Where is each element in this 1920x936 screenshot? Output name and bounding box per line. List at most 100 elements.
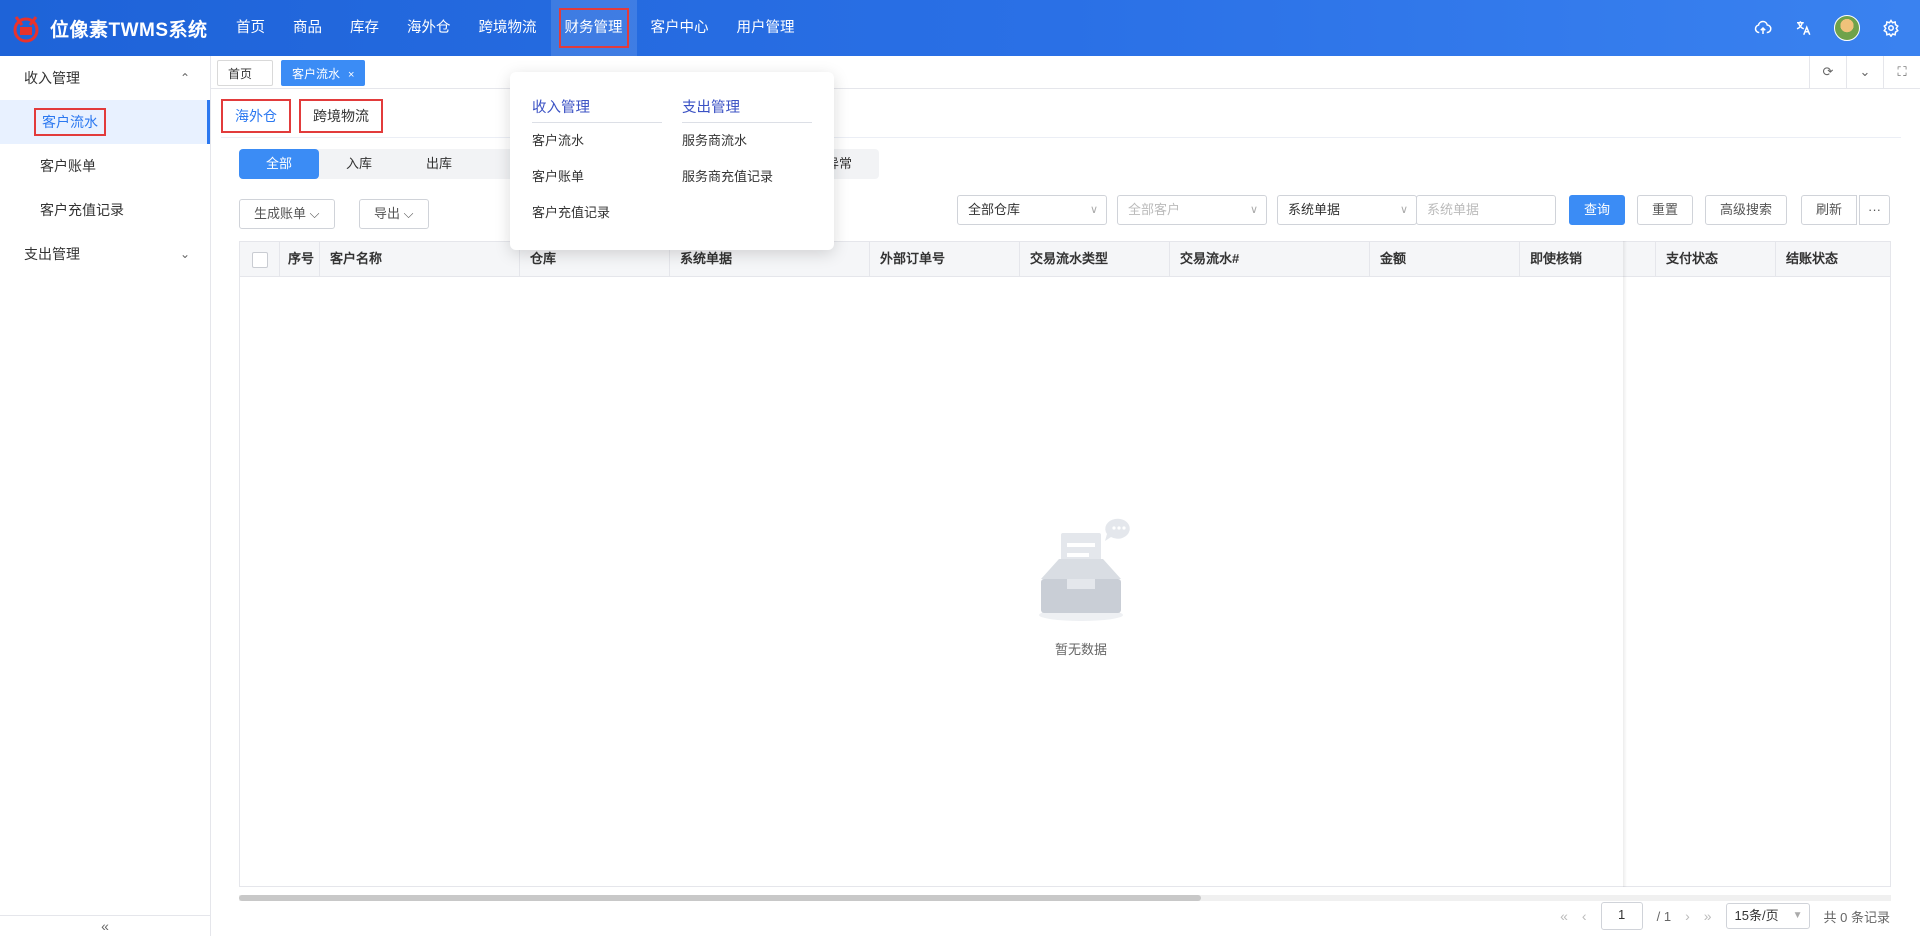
col-writeoff: 即使核销: [1520, 242, 1656, 276]
last-page-icon[interactable]: »: [1704, 908, 1712, 924]
chevron-down-icon[interactable]: ⌄: [1846, 56, 1883, 88]
subtab-overseas-warehouse[interactable]: 海外仓: [221, 99, 291, 133]
segment-outbound[interactable]: 出库: [399, 149, 479, 179]
col-customer-name: 客户名称: [320, 242, 520, 276]
col-amount: 金额: [1370, 242, 1520, 276]
main-content: 海外仓 跨境物流 全部 入库 出库 退 异常 生成账单 ⌵ 导出 ⌵ 全部仓库∨…: [211, 89, 1920, 936]
refresh-icon[interactable]: ⟳: [1809, 56, 1846, 88]
nav-products[interactable]: 商品: [279, 0, 336, 56]
dropdown-col-income: 收入管理 客户流水 客户账单 客户充值记录: [532, 94, 662, 231]
header-tools: [1754, 0, 1900, 56]
doc-type-select[interactable]: 系统单据 ∨: [1277, 195, 1417, 225]
app-title: 位像素TWMS系统: [50, 19, 208, 41]
tab-home[interactable]: 首页: [217, 60, 273, 86]
tab-label: 客户流水: [292, 67, 341, 81]
scrollbar-thumb[interactable]: [239, 895, 1201, 901]
button-label: 生成账单: [254, 206, 307, 221]
col-flow-type: 交易流水类型: [1020, 242, 1170, 276]
first-page-icon[interactable]: «: [1560, 908, 1568, 924]
menu-item-customer-recharge[interactable]: 客户充值记录: [532, 195, 662, 231]
chevron-down-icon: ∨: [1089, 204, 1098, 216]
chevron-down-icon: ∨: [1399, 204, 1408, 216]
generate-bill-button[interactable]: 生成账单 ⌵: [239, 199, 335, 229]
query-button[interactable]: 查询: [1569, 195, 1626, 225]
menu-item-customer-flow[interactable]: 客户流水: [532, 123, 662, 159]
fullscreen-icon[interactable]: ⛶: [1883, 56, 1920, 88]
select-all-checkbox[interactable]: [252, 252, 268, 268]
logo-icon: [13, 16, 39, 43]
sidebar-item-label: 客户充值记录: [40, 202, 124, 218]
sidebar-item-customer-recharge[interactable]: 客户充值记录: [0, 188, 210, 232]
sidebar-group-income[interactable]: 收入管理 ⌃: [0, 56, 210, 100]
nav-inventory[interactable]: 库存: [336, 0, 393, 56]
chevron-down-icon: ⌵: [403, 206, 414, 221]
divider: [221, 137, 1901, 138]
more-button[interactable]: ···: [1859, 195, 1890, 225]
cloud-upload-icon[interactable]: [1754, 19, 1772, 37]
reset-button[interactable]: 重置: [1637, 195, 1694, 225]
menu-item-customer-bill[interactable]: 客户账单: [532, 159, 662, 195]
total-records: 共 0 条记录: [1823, 909, 1890, 925]
page-size-select[interactable]: 15条/页 ▼: [1725, 903, 1810, 929]
nav-customer-center[interactable]: 客户中心: [637, 0, 723, 56]
col-index: 序号: [280, 242, 320, 276]
dropdown-col-expense: 支出管理 服务商流水 服务商充值记录: [682, 94, 812, 195]
refresh-button[interactable]: 刷新: [1801, 195, 1858, 225]
tab-customer-flow[interactable]: 客户流水 ×: [281, 60, 366, 86]
main-nav: 首页 商品 库存 海外仓 跨境物流 财务管理 客户中心 用户管理: [222, 0, 809, 56]
dropdown-caret: [666, 64, 682, 72]
chevron-up-icon: ⌃: [179, 71, 190, 85]
nav-home[interactable]: 首页: [222, 0, 279, 56]
segment-inbound[interactable]: 入库: [319, 149, 399, 179]
top-header: 位像素TWMS系统 首页 商品 库存 海外仓 跨境物流 财务管理 客户中心 用户…: [0, 0, 1920, 56]
select-value: 15条/页: [1734, 908, 1779, 923]
page-tabs: 首页 客户流水 × ⟳ ⌄ ⛶: [211, 56, 1920, 89]
warehouse-select[interactable]: 全部仓库 ∨: [957, 195, 1107, 225]
select-value: 系统单据: [1288, 202, 1341, 217]
select-all-cell: [240, 242, 280, 276]
select-value: 全部仓库: [968, 202, 1021, 217]
advanced-search-button[interactable]: 高级搜索: [1705, 195, 1788, 225]
dropdown-group-income: 收入管理: [532, 94, 662, 123]
page-number-input[interactable]: 1: [1600, 902, 1643, 930]
translate-icon[interactable]: [1794, 19, 1812, 37]
table-header: 序号 客户名称 仓库 系统单据 外部订单号 交易流水类型 交易流水# 金额 即使…: [239, 241, 1891, 277]
gear-icon[interactable]: [1882, 19, 1900, 37]
nav-overseas-warehouse[interactable]: 海外仓: [393, 0, 465, 56]
customer-select[interactable]: 全部客户 ∨: [1117, 195, 1267, 225]
sidebar-group-expense[interactable]: 支出管理 ⌄: [0, 232, 210, 276]
sidebar-item-label: 客户流水: [34, 108, 106, 136]
pagination: « ‹ 1 / 1 › » 15条/页 ▼ 共 0 条记录: [1560, 901, 1890, 931]
col-payment-status: 支付状态: [1656, 242, 1776, 276]
sidebar-collapse-button[interactable]: «: [0, 915, 210, 936]
col-flow-number: 交易流水#: [1170, 242, 1370, 276]
user-avatar[interactable]: [1834, 15, 1860, 41]
col-settlement-status: 结账状态: [1786, 251, 1839, 266]
nav-finance[interactable]: 财务管理: [550, 0, 637, 56]
close-icon[interactable]: ×: [348, 69, 354, 81]
doc-number-input[interactable]: 系统单据: [1416, 195, 1556, 225]
empty-box-icon: [1039, 518, 1130, 621]
empty-text: 暂无数据: [1054, 642, 1107, 657]
chevron-down-icon: ⌵: [309, 206, 320, 221]
prev-page-icon[interactable]: ‹: [1582, 908, 1587, 924]
subtab-cross-border-logistics[interactable]: 跨境物流: [299, 99, 383, 133]
sidebar-item-customer-bill[interactable]: 客户账单: [0, 144, 210, 188]
export-button[interactable]: 导出 ⌵: [359, 199, 429, 229]
tab-tools: ⟳ ⌄ ⛶: [1809, 56, 1920, 88]
sidebar-item-customer-flow[interactable]: 客户流水: [0, 100, 210, 144]
dropdown-group-expense: 支出管理: [682, 94, 812, 123]
nav-user-management[interactable]: 用户管理: [723, 0, 809, 56]
sidebar-group-label: 收入管理: [24, 70, 80, 86]
caret-down-icon: ▼: [1792, 910, 1803, 921]
segment-all[interactable]: 全部: [239, 149, 319, 179]
app-logo[interactable]: 位像素TWMS系统: [10, 12, 208, 44]
nav-cross-border-logistics[interactable]: 跨境物流: [465, 0, 551, 56]
business-subtabs: 海外仓 跨境物流: [221, 99, 383, 133]
menu-item-provider-recharge[interactable]: 服务商充值记录: [682, 159, 812, 195]
menu-item-provider-flow[interactable]: 服务商流水: [682, 123, 812, 159]
next-page-icon[interactable]: ›: [1685, 908, 1690, 924]
chevron-down-icon: ⌄: [179, 247, 190, 261]
sidebar: 收入管理 ⌃ 客户流水 客户账单 客户充值记录 支出管理 ⌄ «: [0, 56, 211, 936]
sidebar-group-label: 支出管理: [24, 246, 80, 262]
